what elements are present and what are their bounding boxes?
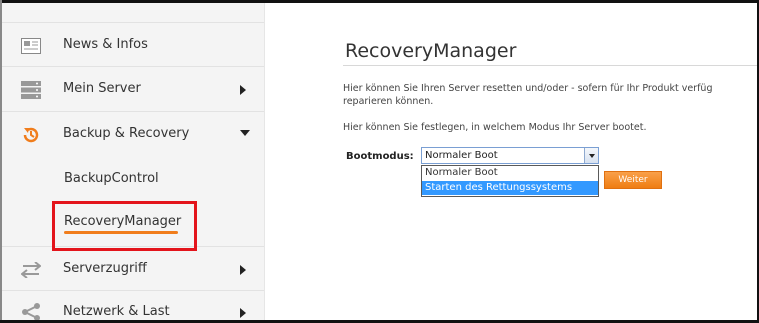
chevron-right-icon [240,264,246,275]
page-title: RecoveryManager [345,40,517,62]
dropdown-option-normal-boot[interactable]: Normaler Boot [422,166,598,180]
chevron-right-icon [240,84,246,95]
dropdown-arrow-icon[interactable] [584,148,598,163]
bootmode-select-value: Normaler Boot [425,150,498,161]
highlight-annotation-box [52,201,197,251]
sidebar-item-label: Backup & Recovery [63,125,190,141]
bootmode-select[interactable]: Normaler Boot [421,147,599,164]
bootmode-dropdown-list: Normaler Boot Starten des Rettungssystem… [421,165,599,197]
active-item-underline [64,231,178,234]
sidebar-item-label: Netzwerk & Last [63,304,170,319]
dropdown-option-rescue-system[interactable]: Starten des Rettungssystems [422,181,598,195]
title-divider [343,65,759,66]
frame-border-top [0,0,759,3]
transfer-arrows-icon [20,259,42,281]
bootmode-description: Hier können Sie festlegen, in welchem Mo… [343,122,647,133]
newspaper-icon [20,35,42,57]
sidebar-item-backup-recovery[interactable]: Backup & Recovery [0,112,264,157]
sidebar-item-serverzugriff[interactable]: Serverzugriff [0,246,264,291]
sidebar-item-label: Mein Server [63,80,141,96]
sidebar-item-netzwerk-last[interactable]: Netzwerk & Last [0,291,264,323]
sidebar-item-label: News & Infos [63,36,148,52]
intro-text-line2: reparieren können. [343,96,434,107]
sidebar-nav: News & Infos Mein Server Backup & Recove… [0,0,265,323]
weiter-button[interactable]: Weiter [604,171,662,189]
chevron-right-icon [240,308,246,318]
frame-border-left [0,0,2,323]
intro-text-line1: Hier können Sie Ihren Server resetten un… [343,83,713,94]
server-icon [20,79,42,101]
sidebar-item-label: Serverzugriff [63,260,147,276]
bootmode-label: Bootmodus: [346,151,414,162]
sidebar-item-mein-server[interactable]: Mein Server [0,67,264,112]
backup-restore-icon [20,124,42,146]
sidebar-subitem-label: BackupControl [64,171,159,186]
chevron-down-icon [240,129,250,136]
sidebar-subitem-backupcontrol[interactable]: BackupControl [0,157,264,202]
sidebar-item-news[interactable]: News & Infos [0,22,264,67]
